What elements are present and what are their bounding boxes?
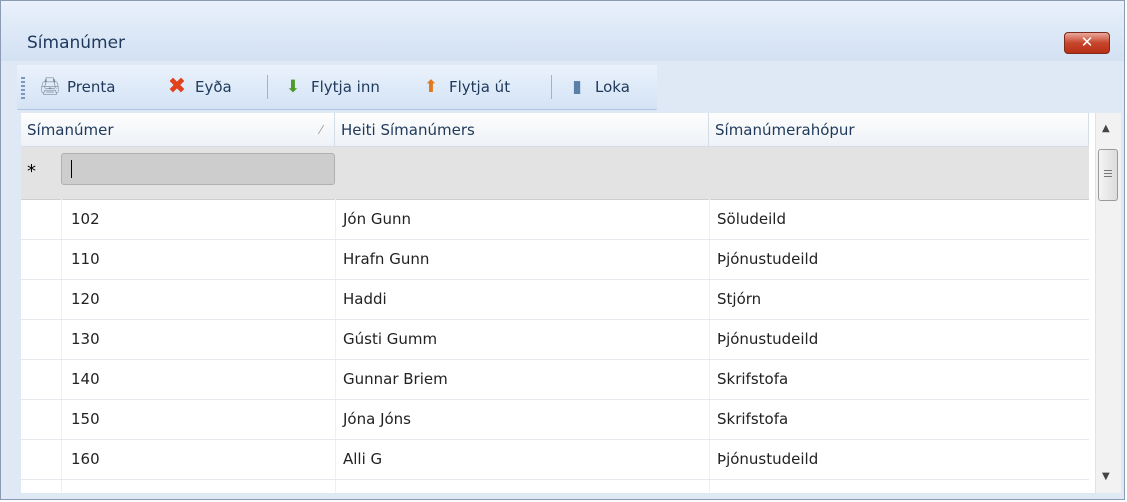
name-cell[interactable]: Hrafn Gunn — [343, 239, 429, 279]
column-header-phone-label: Símanúmer — [27, 121, 114, 139]
import-icon: ⬇ — [285, 77, 301, 97]
group-cell[interactable]: Skrifstofa — [717, 399, 788, 439]
name-cell[interactable]: Haddi — [343, 279, 387, 319]
close-form-button[interactable]: ▮ Loka — [567, 75, 630, 99]
table-row[interactable]: 160 Alli G Þjónustudeild — [21, 439, 1089, 480]
group-cell[interactable]: Þjónustudeild — [717, 239, 818, 279]
phone-cell[interactable]: 110 — [71, 239, 100, 279]
import-button[interactable]: ⬇ Flytja inn — [283, 75, 380, 99]
toolbar-grip[interactable] — [21, 77, 25, 99]
close-window-button[interactable]: ✕ — [1064, 32, 1110, 54]
vertical-scrollbar[interactable]: ▲ ▼ — [1095, 113, 1121, 493]
scroll-up-arrow-icon[interactable]: ▲ — [1102, 123, 1110, 134]
table-row[interactable]: 150 Jóna Jóns Skrifstofa — [21, 399, 1089, 440]
print-label: Prenta — [67, 78, 116, 96]
close-icon: ✕ — [1080, 33, 1094, 51]
group-cell[interactable]: Skrifstofa — [717, 359, 788, 399]
print-button[interactable]: 🖨 Prenta — [39, 75, 115, 99]
group-cell[interactable]: Þjónustudeild — [717, 319, 818, 359]
table-row[interactable]: 140 Gunnar Briem Skrifstofa — [21, 359, 1089, 400]
phone-cell[interactable]: 150 — [71, 399, 100, 439]
name-cell[interactable]: Jóna Jóns — [343, 399, 411, 439]
close-form-label: Loka — [595, 78, 630, 96]
new-row[interactable]: * — [21, 147, 1089, 200]
thumb-grip-icon — [1104, 170, 1112, 178]
scrollbar-thumb[interactable] — [1098, 149, 1118, 201]
group-cell[interactable]: Stjórn — [717, 279, 761, 319]
phone-numbers-window: Símanúmer ✕ 🖨 Prenta ✖ Eyða ⬇ Flytja inn… — [0, 0, 1125, 500]
column-header-name-label: Heiti Símanúmers — [341, 121, 475, 139]
column-header-name[interactable]: Heiti Símanúmers — [335, 113, 709, 147]
name-cell[interactable]: Alli G — [343, 439, 382, 479]
text-caret — [71, 160, 72, 178]
new-phone-input[interactable] — [61, 153, 335, 185]
toolbar-separator — [267, 75, 268, 99]
export-icon: ⬆ — [423, 77, 439, 97]
title-bar: Símanúmer ✕ — [1, 1, 1124, 61]
group-cell[interactable]: Söludeild — [717, 199, 786, 239]
export-label: Flytja út — [449, 78, 511, 96]
name-cell[interactable]: Gunnar Briem — [343, 359, 448, 399]
phone-cell[interactable]: 160 — [71, 439, 100, 479]
phone-cell[interactable]: 130 — [71, 319, 100, 359]
print-icon: 🖨 — [39, 77, 61, 97]
name-cell[interactable]: Gústi Gumm — [343, 319, 437, 359]
toolbar: 🖨 Prenta ✖ Eyða ⬇ Flytja inn ⬆ Flytja út… — [17, 65, 657, 110]
column-header-group-label: Símanúmerahópur — [715, 121, 855, 139]
group-cell[interactable]: Þjónustudeild — [717, 439, 818, 479]
scroll-down-arrow-icon[interactable]: ▼ — [1102, 471, 1110, 482]
delete-label: Eyða — [195, 78, 232, 96]
phone-numbers-grid: Símanúmer ⁄ Heiti Símanúmers Símanúmerah… — [21, 113, 1121, 493]
new-row-marker-icon: * — [27, 161, 36, 182]
toolbar-separator — [551, 75, 552, 99]
sort-icon: ⁄ — [319, 123, 322, 137]
column-header-phone[interactable]: Símanúmer ⁄ — [21, 113, 335, 147]
delete-icon: ✖ — [167, 74, 187, 99]
column-header-group[interactable]: Símanúmerahópur — [709, 113, 1089, 147]
phone-cell[interactable]: 140 — [71, 359, 100, 399]
table-row[interactable]: 102 Jón Gunn Söludeild — [21, 199, 1089, 240]
name-cell[interactable]: Jón Gunn — [343, 199, 411, 239]
import-label: Flytja inn — [311, 78, 380, 96]
export-button[interactable]: ⬆ Flytja út — [421, 75, 510, 99]
table-row[interactable]: 130 Gústi Gumm Þjónustudeild — [21, 319, 1089, 360]
close-door-icon: ▮ — [572, 77, 582, 97]
table-row[interactable]: 110 Hrafn Gunn Þjónustudeild — [21, 239, 1089, 280]
delete-button[interactable]: ✖ Eyða — [167, 75, 232, 99]
phone-cell[interactable]: 102 — [71, 199, 100, 239]
window-title: Símanúmer — [27, 33, 126, 53]
table-row[interactable]: 120 Haddi Stjórn — [21, 279, 1089, 320]
phone-cell[interactable]: 120 — [71, 279, 100, 319]
